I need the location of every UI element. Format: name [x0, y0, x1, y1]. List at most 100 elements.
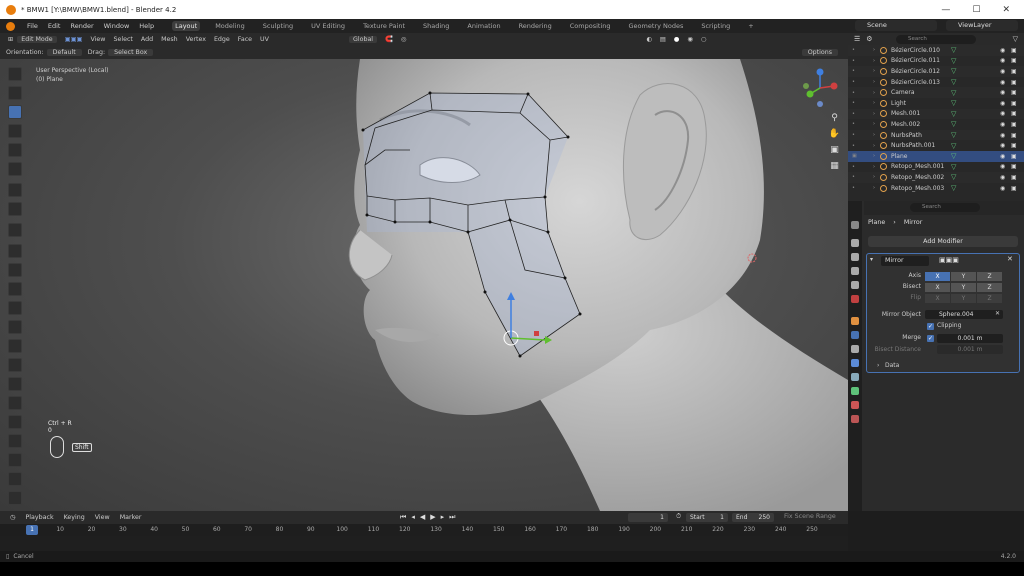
render-camera-icon[interactable]: ▣ [1011, 79, 1017, 86]
data-subpanel-chevron-icon[interactable]: › [877, 362, 879, 369]
modifier-tab-icon[interactable] [851, 331, 859, 339]
pan-hand-icon[interactable]: ✋ [828, 128, 841, 141]
scene-tab-icon[interactable] [851, 281, 859, 289]
knife-tool-icon[interactable] [8, 320, 22, 334]
jump-start-icon[interactable]: ⏮ [400, 513, 406, 522]
mode-dropdown[interactable]: Edit Mode [17, 35, 57, 43]
prev-key-icon[interactable]: ◂ [411, 513, 415, 522]
properties-search-input[interactable]: Search [910, 203, 980, 212]
merge-checkbox[interactable]: ✓ [927, 335, 934, 342]
data-tab-icon[interactable] [851, 387, 859, 395]
flip-y-toggle[interactable]: Y [951, 294, 976, 303]
expand-arrow-icon[interactable]: › [873, 58, 875, 64]
bisect-x-toggle[interactable]: X [925, 283, 950, 292]
tab-animation[interactable]: Animation [464, 21, 503, 31]
timeline-editor-icon[interactable]: ◷ [10, 514, 16, 521]
zoom-icon[interactable]: ⚲ [828, 112, 841, 125]
expand-arrow-icon[interactable]: › [873, 100, 875, 106]
current-frame-field[interactable]: 1 [628, 513, 668, 522]
world-tab-icon[interactable] [851, 295, 859, 303]
data-subpanel-label[interactable]: Data [885, 362, 899, 369]
modifier-visibility-icons[interactable]: ▣▣▣ [939, 256, 959, 264]
tab-texture-paint[interactable]: Texture Paint [360, 21, 408, 31]
expand-arrow-icon[interactable]: › [873, 185, 875, 191]
bisect-y-toggle[interactable]: Y [951, 283, 976, 292]
clock-icon[interactable]: ⏱ [676, 513, 681, 521]
tool-tab-icon[interactable] [851, 221, 859, 229]
menu-vertex[interactable]: Vertex [186, 36, 206, 43]
visibility-eye-icon[interactable]: ◉ [1000, 121, 1005, 128]
orientation-dropdown[interactable]: Default [46, 48, 82, 56]
outliner-row[interactable]: • › NurbsPath ▽ ◉ ▣ [848, 129, 1024, 141]
select-mode-icons[interactable]: ▣▣▣ [65, 36, 83, 43]
expand-arrow-icon[interactable]: › [873, 132, 875, 138]
drag-dropdown[interactable]: Select Box [108, 48, 154, 56]
3d-viewport[interactable] [0, 59, 848, 511]
maximize-icon[interactable]: ☐ [972, 5, 980, 15]
render-camera-icon[interactable]: ▣ [1011, 100, 1017, 107]
expand-arrow-icon[interactable]: › [873, 79, 875, 85]
minimize-icon[interactable]: — [941, 5, 950, 15]
outliner-filter-icon[interactable]: ▽ [1013, 35, 1018, 43]
render-camera-icon[interactable]: ▣ [1011, 132, 1017, 139]
clipping-checkbox[interactable]: ✓ [927, 323, 934, 330]
outliner-row[interactable]: • › BézierCircle.012 ▽ ◉ ▣ [848, 66, 1024, 77]
move-tool-icon[interactable] [8, 105, 22, 119]
select-circle-tool-icon[interactable] [8, 86, 22, 100]
axis-x-toggle[interactable]: X [925, 272, 950, 281]
bisect-z-toggle[interactable]: Z [977, 283, 1002, 292]
shear-tool-icon[interactable] [8, 434, 22, 448]
poly-build-tool-icon[interactable] [8, 339, 22, 353]
spin-tool-icon[interactable] [8, 358, 22, 372]
expand-arrow-icon[interactable]: › [873, 111, 875, 117]
menu-window[interactable]: Window [104, 22, 130, 30]
blender-menu-icon[interactable] [6, 21, 15, 31]
filter-icon[interactable]: ⚙ [866, 35, 872, 43]
modifier-name-field[interactable]: Mirror [881, 256, 929, 266]
clear-field-icon[interactable]: ✕ [995, 310, 1000, 317]
menu-render[interactable]: Render [70, 22, 93, 30]
tab-shading[interactable]: Shading [420, 21, 452, 31]
overlay-icon[interactable]: ◐ [646, 36, 652, 43]
start-frame-field[interactable]: Start 1 [686, 513, 728, 522]
visibility-eye-icon[interactable]: ◉ [1000, 110, 1005, 117]
end-frame-field[interactable]: End 250 [732, 513, 774, 522]
menu-file[interactable]: File [27, 22, 38, 30]
visibility-eye-icon[interactable]: ◉ [1000, 68, 1005, 75]
jump-end-icon[interactable]: ⏭ [449, 513, 455, 522]
inset-tool-icon[interactable] [8, 263, 22, 277]
render-tab-icon[interactable] [851, 239, 859, 247]
outliner-row[interactable]: • › NurbsPath.001 ▽ ◉ ▣ [848, 140, 1024, 151]
add-cube-tool-icon[interactable] [8, 223, 22, 237]
visibility-eye-icon[interactable]: ◉ [1000, 57, 1005, 64]
outliner-row[interactable]: • › Mesh.002 ▽ ◉ ▣ [848, 119, 1024, 130]
tab-uv-editing[interactable]: UV Editing [308, 21, 348, 31]
menu-edit[interactable]: Edit [48, 22, 61, 30]
outliner-row[interactable]: • › Retopo_Mesh.001 ▽ ◉ ▣ [848, 162, 1024, 173]
render-camera-icon[interactable]: ▣ [1011, 174, 1017, 181]
outliner-row[interactable]: • › Retopo_Mesh.003 ▽ ◉ ▣ [848, 183, 1024, 194]
shading-material-icon[interactable]: ◉ [687, 36, 693, 43]
expand-arrow-icon[interactable]: › [873, 90, 875, 96]
render-camera-icon[interactable]: ▣ [1011, 89, 1017, 96]
texture-tab-icon[interactable] [851, 415, 859, 423]
tab-scripting[interactable]: Scripting [698, 21, 733, 31]
menu-help[interactable]: Help [139, 22, 154, 30]
edge-slide-tool-icon[interactable] [8, 396, 22, 410]
timeline-view-menu[interactable]: View [95, 514, 110, 521]
cursor-tool-icon[interactable] [8, 67, 22, 81]
mirror-object-field[interactable]: Sphere.004 [925, 310, 1003, 319]
add-modifier-button[interactable]: Add Modifier [868, 236, 1018, 247]
visibility-eye-icon[interactable]: ◉ [1000, 47, 1005, 54]
visibility-eye-icon[interactable]: ◉ [1000, 89, 1005, 96]
render-camera-icon[interactable]: ▣ [1011, 47, 1017, 54]
visibility-eye-icon[interactable]: ◉ [1000, 163, 1005, 170]
playback-menu[interactable]: Playback [26, 514, 54, 521]
proportional-icon[interactable]: ◎ [401, 36, 407, 43]
rotate-tool-icon[interactable] [8, 124, 22, 138]
visibility-eye-icon[interactable]: ◉ [1000, 132, 1005, 139]
play-icon[interactable]: ▶ [430, 513, 435, 522]
shading-solid-icon[interactable]: ● [674, 36, 680, 43]
timeline-ruler[interactable]: 1102030405060708090100110120130140150160… [0, 524, 848, 536]
current-frame-indicator[interactable]: 1 [26, 525, 38, 535]
